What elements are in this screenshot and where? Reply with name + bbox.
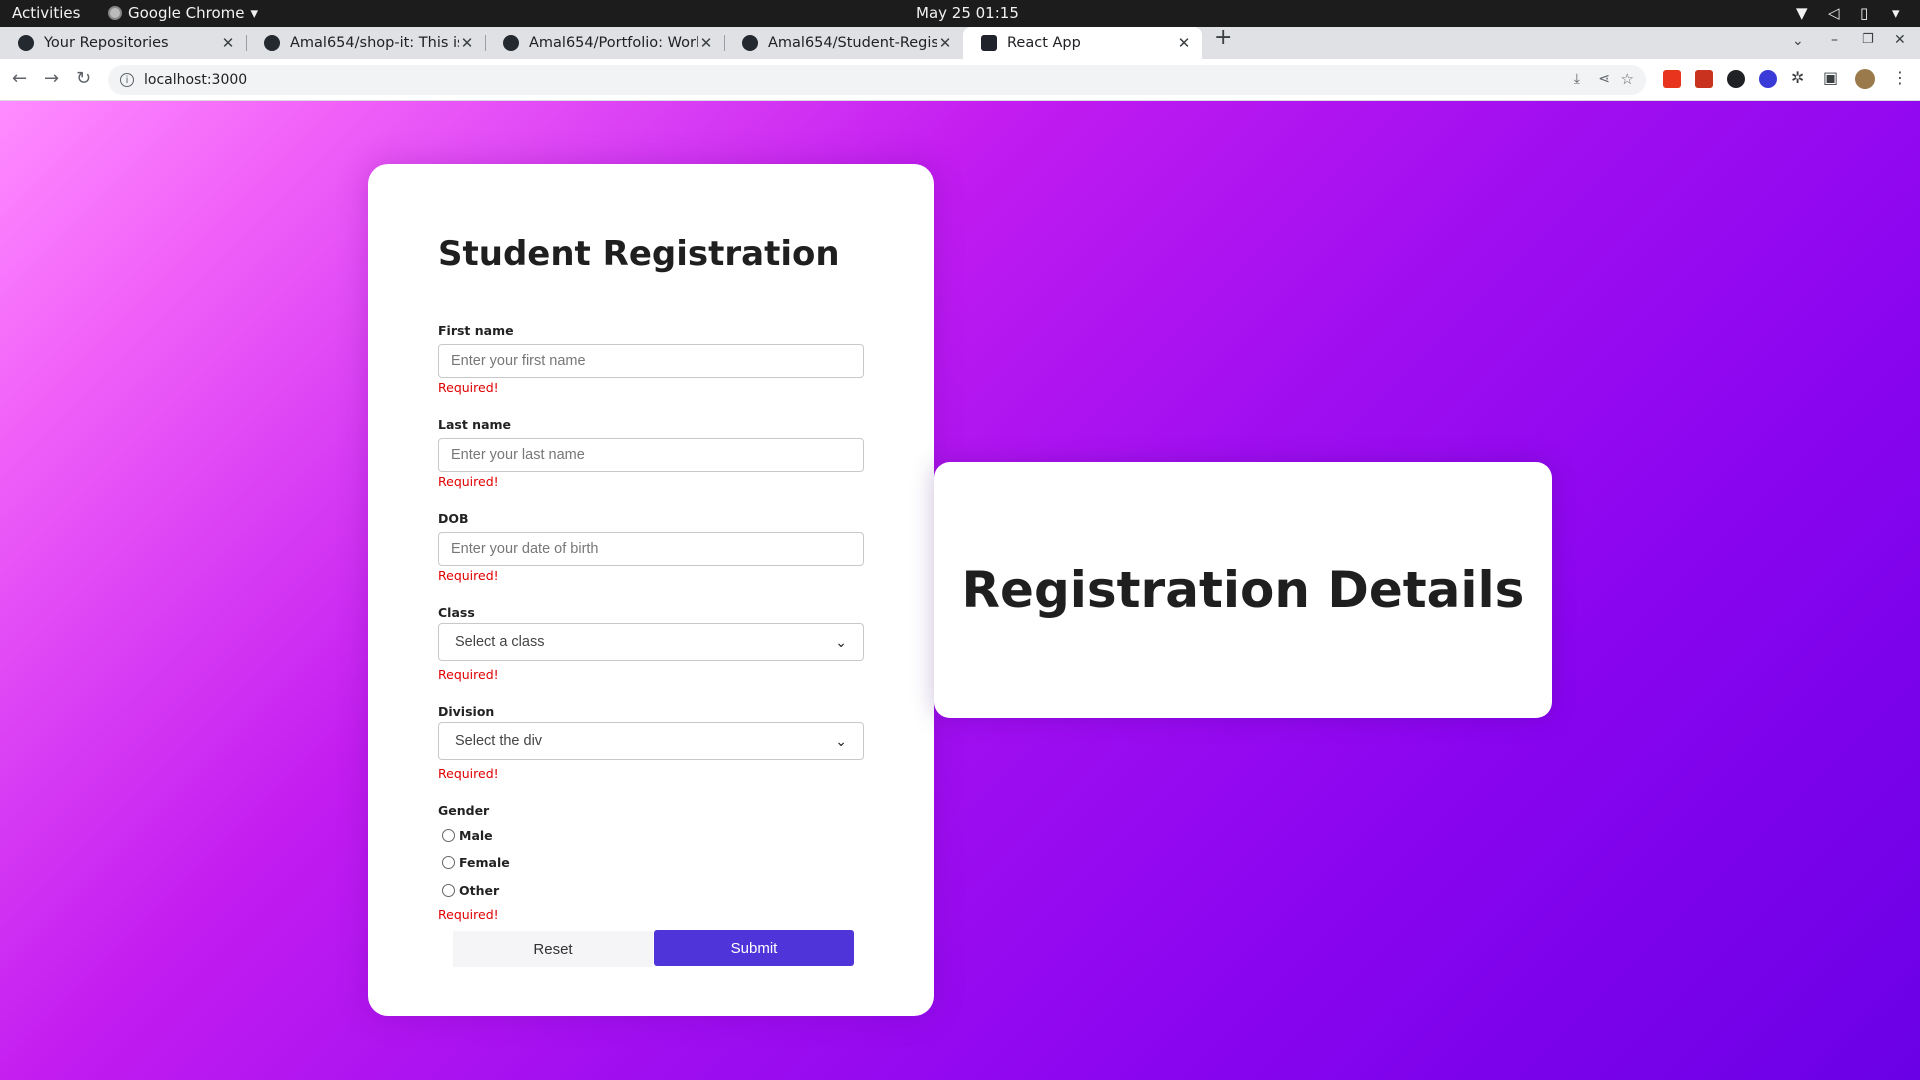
class-select[interactable]: Select a class ⌄: [438, 623, 864, 661]
last-name-input[interactable]: [438, 438, 864, 472]
os-top-bar: Activities Google Chrome ▾ May 25 01:15 …: [0, 0, 1920, 27]
close-icon[interactable]: ✕: [220, 34, 236, 52]
gender-label: Gender: [438, 803, 490, 818]
extension-icon[interactable]: [1695, 70, 1713, 88]
class-error: Required!: [438, 667, 499, 682]
chevron-down-icon: ⌄: [835, 633, 847, 650]
radio-button[interactable]: [442, 884, 455, 897]
url-text: localhost:3000: [144, 72, 248, 88]
class-label: Class: [438, 605, 475, 620]
gender-error: Required!: [438, 907, 499, 922]
clock[interactable]: May 25 01:15: [916, 4, 1019, 22]
registration-form-card: Student Registration First name Required…: [368, 164, 934, 1016]
tab-title: Your Repositories: [44, 35, 169, 51]
division-select-value: Select the div: [455, 733, 543, 749]
registration-details-card: Registration Details: [934, 462, 1552, 718]
reload-icon[interactable]: ↻: [76, 68, 91, 89]
window-close-icon[interactable]: ✕: [1894, 32, 1906, 48]
new-tab-button[interactable]: +: [1214, 25, 1232, 50]
browser-toolbar: ← → ↻ i localhost:3000 ⤓ ⋖ ☆ ✲ ▣ ⋮: [0, 59, 1920, 101]
reset-button[interactable]: Reset: [453, 931, 653, 967]
extension-icon[interactable]: [1727, 70, 1745, 88]
extension-icon[interactable]: [1759, 70, 1777, 88]
volume-icon: ◁: [1828, 4, 1840, 22]
form-title: Student Registration: [438, 234, 840, 274]
gender-option-male[interactable]: Male: [442, 828, 493, 843]
github-icon: [264, 35, 280, 51]
wifi-icon: ▼: [1796, 4, 1808, 22]
tab-student-registration[interactable]: Amal654/Student-Registr ✕: [724, 27, 963, 59]
tab-strip: Your Repositories ✕ Amal654/shop-it: Thi…: [0, 25, 1920, 59]
github-icon: [742, 35, 758, 51]
address-bar[interactable]: i localhost:3000 ⤓ ⋖ ☆: [108, 65, 1646, 95]
activities-button[interactable]: Activities: [12, 4, 80, 22]
division-label: Division: [438, 704, 495, 719]
radio-button[interactable]: [442, 829, 455, 842]
division-select[interactable]: Select the div ⌄: [438, 722, 864, 760]
dropdown-arrow-icon: ▾: [250, 4, 259, 22]
chevron-down-icon: ⌄: [835, 732, 847, 749]
class-select-value: Select a class: [455, 634, 545, 650]
tab-title: Amal654/Student-Registr: [768, 35, 937, 51]
tab-shop-it[interactable]: Amal654/shop-it: This is a ✕: [246, 27, 485, 59]
first-name-label: First name: [438, 323, 514, 338]
app-menu[interactable]: Google Chrome ▾: [108, 4, 258, 22]
gender-option-female[interactable]: Female: [442, 855, 510, 870]
github-icon: [18, 35, 34, 51]
extensions-puzzle-icon[interactable]: ✲: [1791, 68, 1804, 87]
site-info-icon[interactable]: i: [120, 73, 134, 87]
radio-label: Female: [459, 855, 510, 870]
first-name-error: Required!: [438, 380, 499, 395]
first-name-input[interactable]: [438, 344, 864, 378]
power-menu-icon: ▾: [1892, 4, 1900, 22]
chrome-icon: [108, 6, 122, 20]
gender-option-other[interactable]: Other: [442, 883, 499, 898]
radio-button[interactable]: [442, 856, 455, 869]
last-name-label: Last name: [438, 417, 512, 432]
system-tray[interactable]: ▼ ◁ ▯ ▾: [1796, 4, 1906, 22]
dob-error: Required!: [438, 568, 499, 583]
close-icon[interactable]: ✕: [1176, 34, 1192, 52]
app-menu-label: Google Chrome: [128, 4, 245, 22]
tab-title: React App: [1007, 35, 1081, 51]
install-icon[interactable]: ⤓: [1574, 71, 1580, 87]
last-name-error: Required!: [438, 474, 499, 489]
page-viewport: Student Registration First name Required…: [0, 101, 1920, 1080]
more-menu-icon[interactable]: ⋮: [1892, 68, 1908, 87]
github-icon: [503, 35, 519, 51]
share-icon[interactable]: ⋖: [1598, 71, 1610, 87]
tab-title: Amal654/shop-it: This is a: [290, 35, 459, 51]
tab-title: Amal654/Portfolio: Worki: [529, 35, 698, 51]
details-title: Registration Details: [961, 561, 1525, 619]
tab-react-app[interactable]: React App ✕: [963, 27, 1202, 59]
tab-your-repositories[interactable]: Your Repositories ✕: [0, 27, 246, 59]
dob-label: DOB: [438, 511, 469, 526]
bookmark-star-icon[interactable]: ☆: [1621, 70, 1634, 88]
avatar[interactable]: [1855, 69, 1875, 89]
back-arrow-icon[interactable]: ←: [12, 68, 27, 89]
restore-icon[interactable]: ❐: [1862, 32, 1874, 47]
react-icon: [981, 35, 997, 51]
division-error: Required!: [438, 766, 499, 781]
tab-search-icon[interactable]: ⌄: [1792, 33, 1804, 49]
forward-arrow-icon[interactable]: →: [44, 68, 59, 89]
battery-icon: ▯: [1860, 4, 1869, 22]
side-panel-icon[interactable]: ▣: [1823, 68, 1838, 87]
close-icon[interactable]: ✕: [698, 34, 714, 52]
submit-button[interactable]: Submit: [654, 930, 854, 966]
radio-label: Male: [459, 828, 493, 843]
minimize-icon[interactable]: –: [1831, 32, 1838, 48]
extension-icon[interactable]: [1663, 70, 1681, 88]
radio-label: Other: [459, 883, 500, 898]
close-icon[interactable]: ✕: [937, 34, 953, 52]
tab-portfolio[interactable]: Amal654/Portfolio: Worki ✕: [485, 27, 724, 59]
close-icon[interactable]: ✕: [459, 34, 475, 52]
dob-input[interactable]: [438, 532, 864, 566]
